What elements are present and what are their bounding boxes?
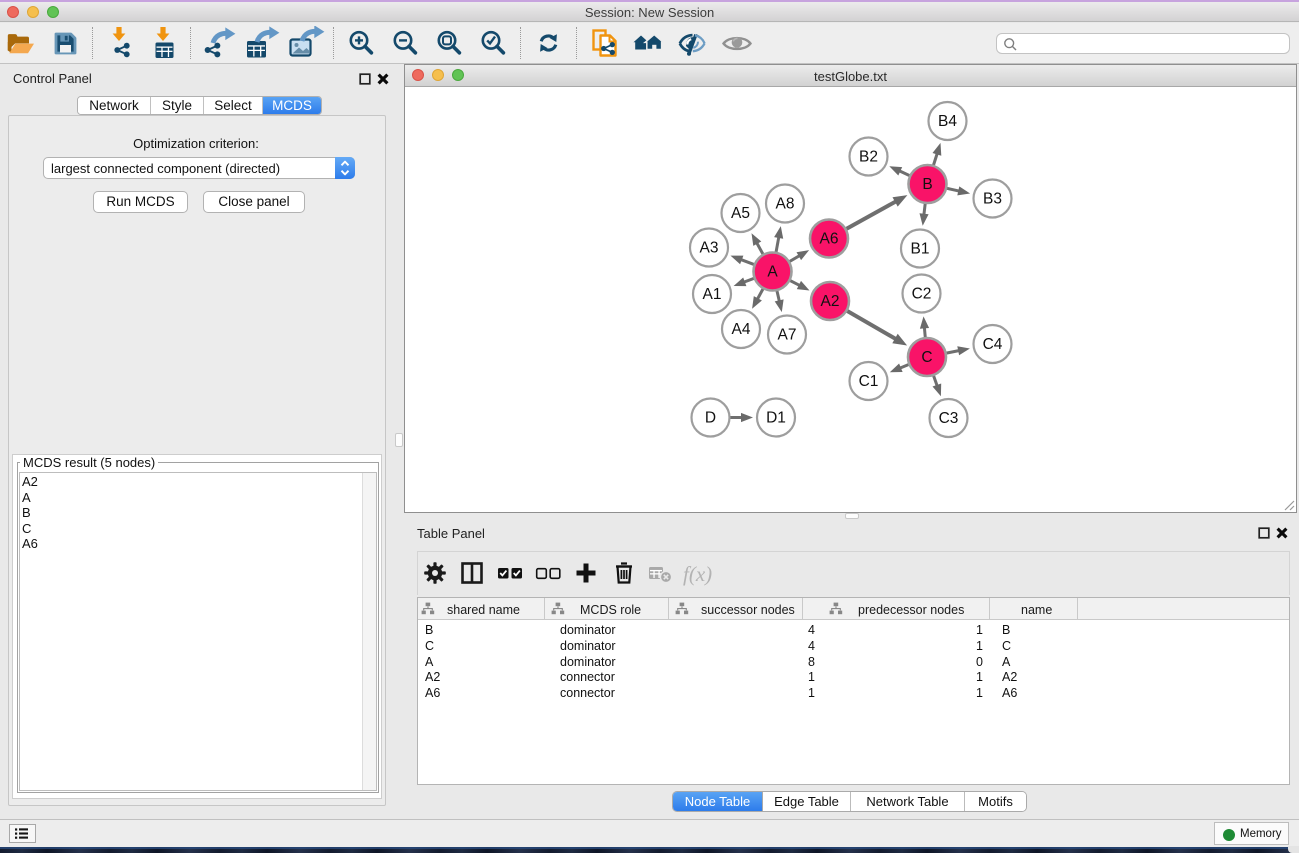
svg-text:A8: A8 [776, 196, 795, 213]
svg-text:B3: B3 [983, 191, 1002, 208]
svg-text:C: C [921, 349, 932, 366]
svg-text:A2: A2 [821, 293, 840, 310]
svg-text:D: D [705, 410, 716, 427]
svg-text:B4: B4 [938, 113, 957, 130]
svg-text:A7: A7 [778, 327, 797, 344]
svg-text:A5: A5 [731, 205, 750, 222]
svg-text:C4: C4 [983, 336, 1003, 353]
svg-text:C3: C3 [939, 410, 959, 427]
svg-text:A4: A4 [732, 321, 751, 338]
svg-text:A1: A1 [703, 286, 722, 303]
svg-text:A6: A6 [820, 231, 839, 248]
svg-text:A3: A3 [700, 240, 719, 257]
svg-text:B2: B2 [859, 149, 878, 166]
svg-text:D1: D1 [766, 410, 786, 427]
svg-text:C2: C2 [912, 286, 932, 303]
svg-text:A: A [767, 264, 778, 281]
svg-text:B: B [922, 176, 932, 193]
svg-text:C1: C1 [859, 373, 879, 390]
svg-text:B1: B1 [911, 241, 930, 258]
